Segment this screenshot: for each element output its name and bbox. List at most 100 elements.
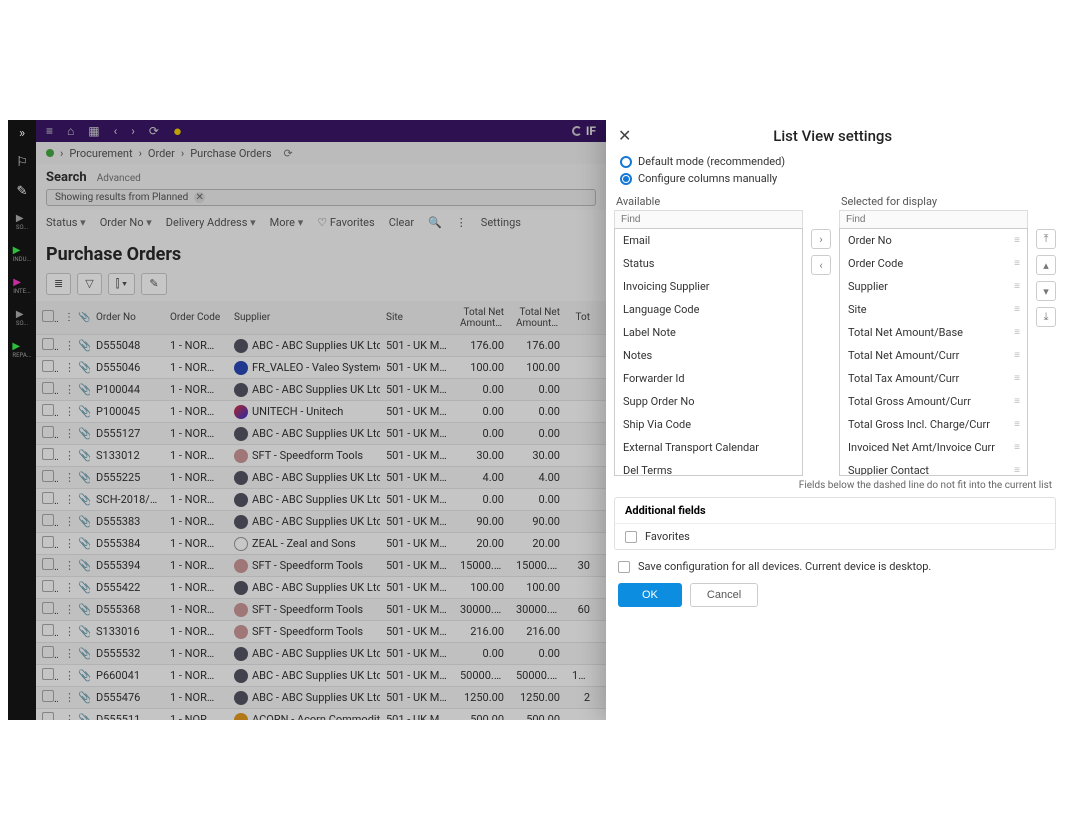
selected-item[interactable]: Supplier≡ xyxy=(840,275,1027,298)
move-down-button[interactable]: ▾ xyxy=(1036,281,1056,301)
row-checkbox[interactable] xyxy=(42,602,54,614)
attachment-icon[interactable]: 📎 xyxy=(72,405,90,418)
selected-item[interactable]: Total Net Amount/Curr≡ xyxy=(840,344,1027,367)
spotlight-icon[interactable]: ● xyxy=(173,122,182,140)
selected-find-input[interactable] xyxy=(839,210,1028,228)
table-row[interactable]: ⋮📎P1000441 - NORMALABC - ABC Supplies UK… xyxy=(36,379,606,401)
attachment-icon[interactable]: 📎 xyxy=(72,383,90,396)
selected-item[interactable]: Order No≡ xyxy=(840,229,1027,252)
available-item[interactable]: Status xyxy=(615,252,802,275)
save-config-checkbox[interactable] xyxy=(618,561,630,573)
filter-more[interactable]: More xyxy=(270,216,304,229)
table-row[interactable]: ⋮📎D5553941 - NORMALSFT - Speedform Tools… xyxy=(36,555,606,577)
nav-item-0[interactable]: ▶SO... xyxy=(16,213,28,231)
drag-handle-icon[interactable]: ≡ xyxy=(1014,235,1019,246)
crumb-1[interactable]: Order xyxy=(148,147,175,160)
drag-handle-icon[interactable]: ≡ xyxy=(1014,350,1019,361)
table-row[interactable]: ⋮📎D5555111 - NORMALACORN - Acorn Commodi… xyxy=(36,709,606,720)
available-item[interactable]: Del Terms xyxy=(615,459,802,476)
attachment-icon[interactable]: 📎 xyxy=(72,537,90,550)
table-row[interactable]: ⋮📎D5553831 - NORMALABC - ABC Supplies UK… xyxy=(36,511,606,533)
row-menu-icon[interactable]: ⋮ xyxy=(58,405,72,418)
table-row[interactable]: ⋮📎SCH-2018/191 - NORMALABC - ABC Supplie… xyxy=(36,489,606,511)
available-item[interactable]: Ship Via Code xyxy=(615,413,802,436)
table-row[interactable]: ⋮📎D5553681 - NORMALSFT - Speedform Tools… xyxy=(36,599,606,621)
available-item[interactable]: Email xyxy=(615,229,802,252)
attachment-icon[interactable]: 📎 xyxy=(72,515,90,528)
radio-default[interactable]: Default mode (recommended) xyxy=(620,153,1050,170)
radio-manual[interactable]: Configure columns manually xyxy=(620,170,1050,187)
row-menu-icon[interactable]: ⋮ xyxy=(58,603,72,616)
back-icon[interactable]: ‹ xyxy=(114,124,118,138)
nav-item-2[interactable]: ▶INTE... xyxy=(13,277,31,295)
attachment-icon[interactable]: 📎 xyxy=(72,339,90,352)
chip-remove-icon[interactable]: ✕ xyxy=(194,192,205,203)
drag-handle-icon[interactable]: ≡ xyxy=(1014,281,1019,292)
row-checkbox[interactable] xyxy=(42,624,54,636)
nav-item-1[interactable]: ▶INDU... xyxy=(13,245,32,263)
drag-handle-icon[interactable]: ≡ xyxy=(1014,396,1019,407)
attachment-icon[interactable]: 📎 xyxy=(72,625,90,638)
available-item[interactable]: Supp Order No xyxy=(615,390,802,413)
table-row[interactable]: ⋮📎D5554761 - NORMALABC - ABC Supplies UK… xyxy=(36,687,606,709)
row-menu-icon[interactable]: ⋮ xyxy=(58,669,72,682)
selected-item[interactable]: Total Gross Incl. Charge/Curr≡ xyxy=(840,413,1027,436)
settings-link[interactable]: Settings xyxy=(481,216,521,229)
drag-handle-icon[interactable]: ≡ xyxy=(1014,373,1019,384)
clear-link[interactable]: Clear xyxy=(389,216,414,229)
drag-handle-icon[interactable]: ≡ xyxy=(1014,419,1019,430)
attachment-icon[interactable]: 📎 xyxy=(72,669,90,682)
row-checkbox[interactable] xyxy=(42,382,54,394)
available-item[interactable]: Label Note xyxy=(615,321,802,344)
edit-icon[interactable]: ✎ xyxy=(17,184,28,199)
selected-item[interactable]: Supplier Contact≡ xyxy=(840,459,1027,476)
move-left-button[interactable]: ‹ xyxy=(811,255,831,275)
table-row[interactable]: ⋮📎D5552251 - NORMALABC - ABC Supplies UK… xyxy=(36,467,606,489)
table-row[interactable]: ⋮📎D5550481 - NORMALABC - ABC Supplies UK… xyxy=(36,335,606,357)
row-menu-icon[interactable]: ⋮ xyxy=(58,537,72,550)
table-row[interactable]: ⋮📎S1330161 - NORMALSFT - Speedform Tools… xyxy=(36,621,606,643)
crumb-2[interactable]: Purchase Orders xyxy=(190,147,271,160)
forward-icon[interactable]: › xyxy=(131,124,135,138)
row-menu-icon[interactable]: ⋮ xyxy=(58,493,72,506)
attachment-icon[interactable]: 📎 xyxy=(72,449,90,462)
select-all-checkbox[interactable] xyxy=(42,310,54,322)
row-menu-icon[interactable]: ⋮ xyxy=(58,339,72,352)
row-checkbox[interactable] xyxy=(42,448,54,460)
attachment-icon[interactable]: 📎 xyxy=(72,603,90,616)
selected-item[interactable]: Site≡ xyxy=(840,298,1027,321)
attachment-icon[interactable]: 📎 xyxy=(72,471,90,484)
table-row[interactable]: ⋮📎P1000451 - NORMALUNITECH - Unitech501 … xyxy=(36,401,606,423)
drag-handle-icon[interactable]: ≡ xyxy=(1014,304,1019,315)
row-checkbox[interactable] xyxy=(42,492,54,504)
kebab-icon[interactable]: ⋮ xyxy=(456,216,467,229)
table-row[interactable]: ⋮📎D5550461 - NORMALFR_VALEO - Valeo Syst… xyxy=(36,357,606,379)
favorites-checkbox[interactable] xyxy=(625,531,637,543)
row-checkbox[interactable] xyxy=(42,426,54,438)
available-item[interactable]: Invoicing Supplier xyxy=(615,275,802,298)
table-row[interactable]: ⋮📎D5553841 - NORMALZEAL - Zeal and Sons5… xyxy=(36,533,606,555)
row-checkbox[interactable] xyxy=(42,360,54,372)
selected-item[interactable]: Total Net Amount/Base≡ xyxy=(840,321,1027,344)
row-menu-icon[interactable]: ⋮ xyxy=(58,427,72,440)
available-item[interactable]: Notes xyxy=(615,344,802,367)
row-menu-icon[interactable]: ⋮ xyxy=(58,691,72,704)
move-up-button[interactable]: ▴ xyxy=(1036,255,1056,275)
available-item[interactable]: Forwarder Id xyxy=(615,367,802,390)
selected-item[interactable]: Total Tax Amount/Curr≡ xyxy=(840,367,1027,390)
filter-button[interactable]: ▽ xyxy=(77,273,101,295)
drag-handle-icon[interactable]: ≡ xyxy=(1014,258,1019,269)
filter-orderno[interactable]: Order No xyxy=(100,216,152,229)
available-item[interactable]: External Transport Calendar xyxy=(615,436,802,459)
selected-item[interactable]: Total Gross Amount/Curr≡ xyxy=(840,390,1027,413)
row-menu-icon[interactable]: ⋮ xyxy=(58,361,72,374)
attachment-icon[interactable]: 📎 xyxy=(72,713,90,720)
selected-list[interactable]: Order No≡Order Code≡Supplier≡Site≡Total … xyxy=(839,228,1028,476)
row-checkbox[interactable] xyxy=(42,536,54,548)
row-checkbox[interactable] xyxy=(42,712,54,720)
nav-item-4[interactable]: ▶REPA... xyxy=(12,341,31,359)
attachment-icon[interactable]: 📎 xyxy=(72,581,90,594)
available-list[interactable]: EmailStatusInvoicing SupplierLanguage Co… xyxy=(614,228,803,476)
cancel-button[interactable]: Cancel xyxy=(690,583,758,607)
attachment-icon[interactable]: 📎 xyxy=(72,493,90,506)
